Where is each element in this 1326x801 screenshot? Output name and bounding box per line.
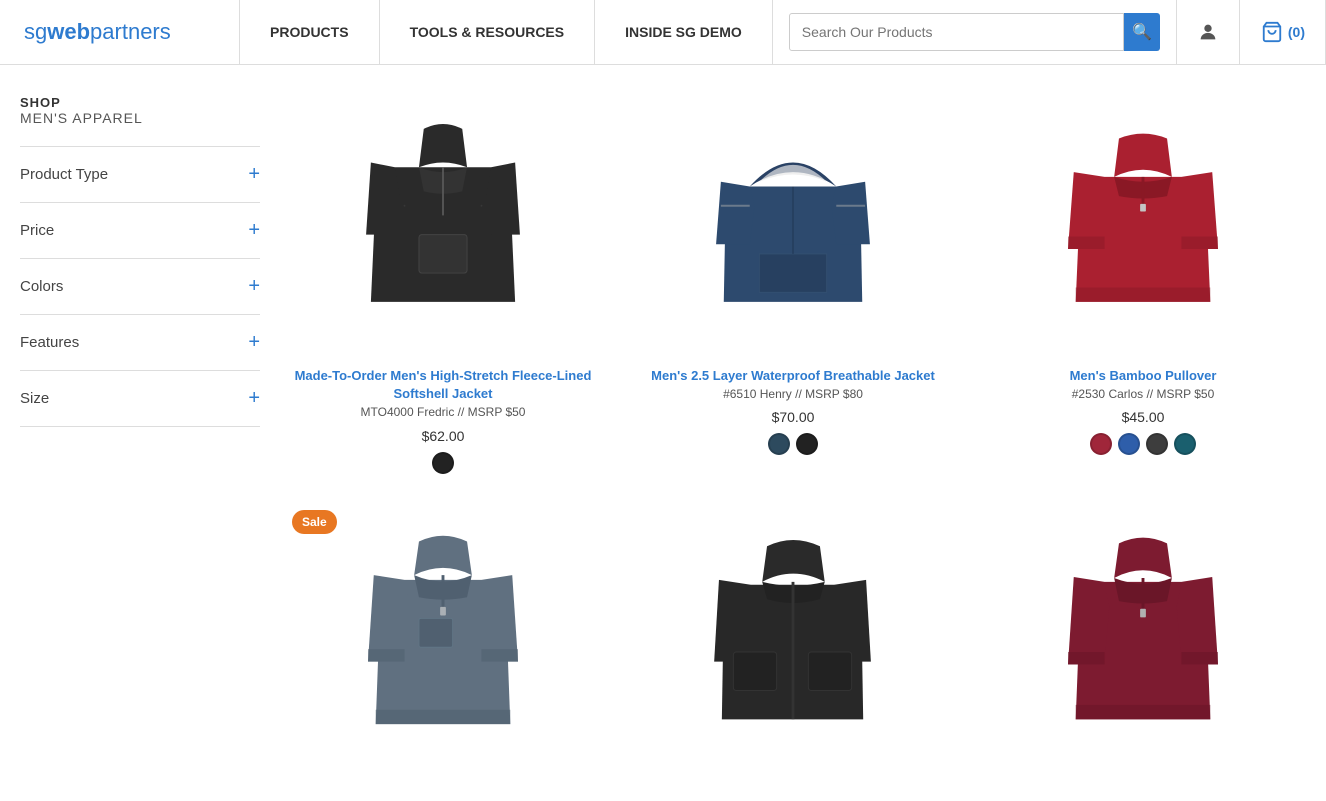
product-card-4[interactable]: Sale [280, 498, 606, 770]
product-swatches-1 [432, 452, 454, 474]
nav-tools[interactable]: TOOLS & RESOURCES [380, 0, 596, 64]
product-price-3: $45.00 [1122, 409, 1165, 425]
product-image-svg-1 [343, 100, 543, 350]
filter-features[interactable]: Features + [20, 315, 260, 370]
filter-size[interactable]: Size + [20, 371, 260, 426]
filter-colors-label: Colors [20, 278, 63, 295]
swatch-teal-3[interactable] [1174, 433, 1196, 455]
product-image-svg-5 [693, 503, 893, 753]
user-icon [1197, 21, 1219, 43]
products-grid: Made-To-Order Men's High-Stretch Fleece-… [280, 95, 1306, 770]
product-image-1 [280, 95, 606, 355]
swatch-red-3[interactable] [1090, 433, 1112, 455]
product-image-svg-6 [1043, 503, 1243, 753]
product-card-5[interactable] [630, 498, 956, 770]
swatch-black-2[interactable] [796, 433, 818, 455]
filter-price-toggle[interactable]: + [248, 219, 260, 242]
filter-product-type-label: Product Type [20, 166, 108, 183]
product-image-2 [630, 95, 956, 355]
navbar: sgwebpartners PRODUCTS TOOLS & RESOURCES… [0, 0, 1326, 65]
filter-price[interactable]: Price + [20, 203, 260, 258]
search-button[interactable]: 🔍 [1124, 13, 1160, 51]
swatch-black-1[interactable] [432, 452, 454, 474]
product-card-1[interactable]: Made-To-Order Men's High-Stretch Fleece-… [280, 95, 606, 474]
product-image-5 [630, 498, 956, 758]
products-area: Made-To-Order Men's High-Stretch Fleece-… [280, 95, 1306, 770]
product-image-4: Sale [280, 498, 606, 758]
product-image-svg-3 [1043, 100, 1243, 350]
product-image-svg-2 [693, 100, 893, 350]
sidebar: SHOP MEN'S APPAREL Product Type + Price … [20, 95, 280, 770]
product-image-3 [980, 95, 1306, 355]
filter-colors[interactable]: Colors + [20, 259, 260, 314]
product-title-3: Men's Bamboo Pullover#2530 Carlos // MSR… [1070, 367, 1217, 403]
filter-product-type-toggle[interactable]: + [248, 163, 260, 186]
cart-count: (0) [1288, 24, 1305, 40]
nav-products[interactable]: PRODUCTS [240, 0, 380, 64]
product-image-svg-4 [343, 503, 543, 753]
product-card-2[interactable]: Men's 2.5 Layer Waterproof Breathable Ja… [630, 95, 956, 474]
shop-label: SHOP [20, 95, 260, 110]
filter-price-label: Price [20, 222, 54, 239]
product-card-6[interactable] [980, 498, 1306, 770]
search-input[interactable] [789, 13, 1124, 51]
swatch-charcoal-3[interactable] [1146, 433, 1168, 455]
swatch-blue-3[interactable] [1118, 433, 1140, 455]
filter-features-label: Features [20, 334, 79, 351]
filter-product-type[interactable]: Product Type + [20, 147, 260, 202]
filter-size-label: Size [20, 390, 49, 407]
product-image-6 [980, 498, 1306, 758]
product-price-2: $70.00 [772, 409, 815, 425]
product-title-2: Men's 2.5 Layer Waterproof Breathable Ja… [651, 367, 935, 403]
shop-category: MEN'S APPAREL [20, 110, 260, 126]
filter-colors-toggle[interactable]: + [248, 275, 260, 298]
product-price-1: $62.00 [422, 428, 465, 444]
filter-divider-5 [20, 426, 260, 427]
cart-icon [1260, 21, 1284, 43]
cart-button[interactable]: (0) [1240, 0, 1326, 64]
nav-links: PRODUCTS TOOLS & RESOURCES INSIDE SG DEM… [240, 0, 773, 64]
user-icon-button[interactable] [1177, 0, 1240, 64]
filter-features-toggle[interactable]: + [248, 331, 260, 354]
filter-size-toggle[interactable]: + [248, 387, 260, 410]
nav-inside[interactable]: INSIDE SG DEMO [595, 0, 773, 64]
search-area: 🔍 [773, 0, 1177, 64]
logo[interactable]: sgwebpartners [0, 0, 240, 64]
product-title-1: Made-To-Order Men's High-Stretch Fleece-… [280, 367, 606, 422]
logo-text: sgwebpartners [24, 19, 171, 45]
product-swatches-2 [768, 433, 818, 455]
product-swatches-3 [1090, 433, 1196, 455]
product-card-3[interactable]: Men's Bamboo Pullover#2530 Carlos // MSR… [980, 95, 1306, 474]
nav-icons: (0) [1177, 0, 1326, 64]
swatch-navy-2[interactable] [768, 433, 790, 455]
page-layout: SHOP MEN'S APPAREL Product Type + Price … [0, 65, 1326, 800]
sale-badge-4: Sale [292, 510, 337, 534]
